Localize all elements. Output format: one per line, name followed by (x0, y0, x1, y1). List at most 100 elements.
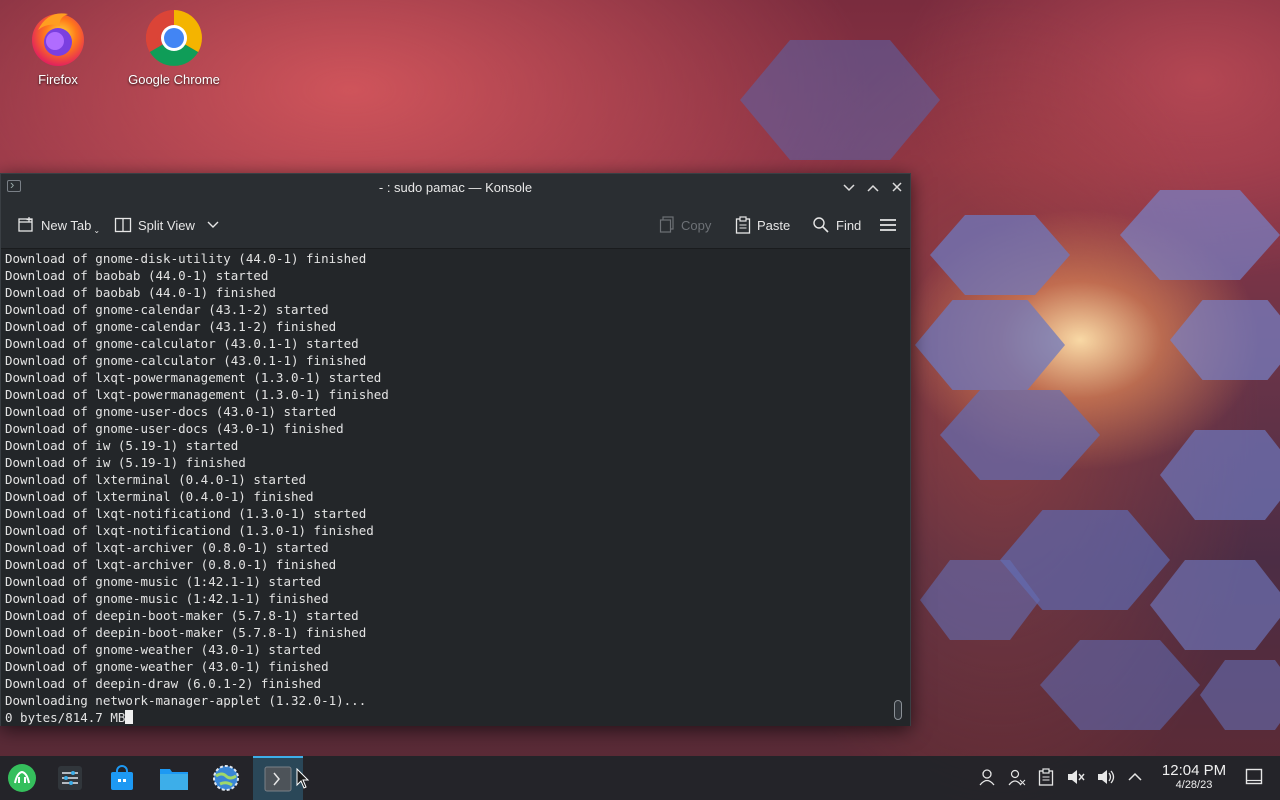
shopping-bag-icon (111, 765, 133, 790)
find-label: Find (836, 217, 862, 233)
terminal-scrollbar[interactable] (889, 249, 910, 726)
terminal-line: Download of baobab (44.0-1) started (5, 268, 269, 283)
software-store-taskbar-button[interactable] (106, 762, 138, 794)
terminal-icon (264, 766, 292, 792)
terminal-line: Download of gnome-music (1:42.1-1) finis… (5, 591, 329, 606)
terminal-line: Download of lxqt-powermanagement (1.3.0-… (5, 370, 382, 385)
wallpaper-hex (1150, 560, 1280, 650)
konsole-window: - : sudo pamac — Konsole New Tab ⌄ Split… (0, 173, 911, 726)
wallpaper-hex (930, 215, 1070, 295)
desktop-icon-label: Google Chrome (128, 72, 220, 87)
terminal-line: Download of deepin-draw (6.0.1-2) finish… (5, 676, 322, 691)
terminal-line: Download of gnome-calculator (43.0.1-1) … (5, 353, 367, 368)
terminal-line: Download of gnome-user-docs (43.0-1) fin… (5, 421, 344, 436)
wallpaper-hex (1040, 640, 1200, 730)
show-desktop-button[interactable] (1244, 768, 1264, 788)
terminal-output[interactable]: Download of gnome-disk-utility (44.0-1) … (1, 249, 889, 726)
find-button[interactable]: Find (812, 214, 861, 236)
window-title: - : sudo pamac — Konsole (378, 180, 533, 195)
terminal-line: Download of lxterminal (0.4.0-1) finishe… (5, 489, 314, 504)
window-titlebar[interactable]: - : sudo pamac — Konsole (1, 174, 910, 202)
clipboard-tray[interactable] (1036, 768, 1056, 788)
wallpaper-hex (1160, 430, 1280, 520)
speaker-muted-icon (1068, 770, 1085, 784)
new-tab-icon (18, 217, 33, 232)
taskbar: 12:04 PM 4/28/23 (0, 756, 1280, 800)
user-icon-tray[interactable] (977, 768, 997, 788)
terminal-progress-line: 0 bytes/814.7 MB (1, 709, 889, 726)
terminal-line: Download of gnome-calculator (43.0.1-1) … (5, 336, 359, 351)
terminal-line: Download of gnome-disk-utility (44.0-1) … (5, 251, 367, 266)
chevron-down-icon (207, 221, 219, 228)
close-button[interactable] (888, 179, 906, 197)
clock[interactable]: 12:04 PM 4/28/23 (1154, 762, 1234, 791)
terminal-line: Download of iw (5.19-1) finished (5, 455, 246, 470)
clipboard-icon (1038, 768, 1054, 786)
terminal-line: Download of gnome-music (1:42.1-1) start… (5, 574, 322, 589)
terminal-line: Download of deepin-boot-maker (5.7.8-1) … (5, 625, 367, 640)
system-settings-taskbar-button[interactable] (54, 762, 86, 794)
terminal-cursor (125, 710, 134, 724)
paste-label: Paste (757, 217, 791, 233)
copy-label: Copy (681, 217, 712, 233)
wallpaper-hex (915, 300, 1065, 390)
mouse-pointer-icon (296, 768, 310, 789)
wallpaper-hex (740, 40, 940, 160)
wallpaper-hex (1170, 300, 1280, 380)
chrome-icon (144, 8, 204, 68)
split-view-button[interactable]: Split View (114, 214, 219, 236)
terminal-line: Download of lxqt-powermanagement (1.3.0-… (5, 387, 389, 402)
minimize-button[interactable] (840, 179, 858, 197)
new-tab-label: New Tab (41, 217, 92, 233)
paste-icon (735, 216, 751, 234)
clock-date: 4/28/23 (1175, 779, 1213, 791)
terminal-line: Download of lxqt-notificationd (1.3.0-1)… (5, 523, 374, 538)
hamburger-menu-button[interactable] (879, 214, 897, 236)
terminal-line: Download of deepin-boot-maker (5.7.8-1) … (5, 608, 359, 623)
desktop-icon-label: Firefox (38, 72, 78, 87)
window-toolbar: New Tab ⌄ Split View Copy Paste Find (1, 202, 910, 249)
new-tab-button[interactable]: New Tab ⌄ (17, 214, 100, 236)
sliders-icon (58, 766, 82, 790)
application-launcher-button[interactable] (6, 762, 38, 794)
terminal-line: Download of iw (5.19-1) started (5, 438, 239, 453)
user-switch-tray[interactable] (1007, 768, 1027, 788)
audio-muted-tray[interactable] (1066, 768, 1086, 788)
chevron-down-icon (843, 184, 855, 192)
wallpaper-hex (940, 390, 1100, 480)
terminal-line: Download of lxqt-archiver (0.8.0-1) star… (5, 540, 329, 555)
file-manager-taskbar-button[interactable] (158, 762, 190, 794)
terminal-line: Download of gnome-calendar (43.1-2) fini… (5, 319, 337, 334)
paste-button[interactable]: Paste (735, 214, 790, 236)
terminal-line: Download of lxqt-archiver (0.8.0-1) fini… (5, 557, 337, 572)
volume-tray[interactable] (1096, 768, 1116, 788)
terminal-line: Download of gnome-weather (43.0-1) finis… (5, 659, 329, 674)
show-desktop-icon (1245, 768, 1263, 785)
scrollbar-thumb[interactable] (894, 700, 902, 720)
desktop-icon-firefox[interactable]: Firefox (8, 8, 108, 87)
terminal-line: Download of gnome-user-docs (43.0-1) sta… (5, 404, 337, 419)
browser-taskbar-button[interactable] (210, 762, 242, 794)
search-icon (813, 217, 829, 233)
tray-expand-button[interactable] (1125, 768, 1145, 788)
hamburger-menu-icon (880, 219, 896, 231)
user-icon (979, 769, 995, 786)
copy-button[interactable]: Copy (659, 214, 711, 236)
wallpaper-hex (1200, 660, 1280, 730)
terminal-line: Download of lxterminal (0.4.0-1) started (5, 472, 307, 487)
wallpaper-hex (1120, 190, 1280, 280)
clock-time: 12:04 PM (1161, 762, 1227, 779)
terminal-line: Download of baobab (44.0-1) finished (5, 285, 276, 300)
firefox-icon (28, 8, 88, 68)
close-icon (892, 182, 902, 192)
split-view-icon (114, 217, 132, 233)
speaker-icon (1098, 770, 1115, 784)
chevron-up-icon (867, 184, 879, 192)
users-icon (1008, 769, 1026, 786)
copy-icon (659, 216, 674, 233)
chevron-up-icon (1128, 772, 1142, 781)
terminal-line: Download of gnome-calendar (43.1-2) star… (5, 302, 329, 317)
terminal-line: Download of lxqt-notificationd (1.3.0-1)… (5, 506, 367, 521)
maximize-button[interactable] (864, 179, 882, 197)
desktop-icon-chrome[interactable]: Google Chrome (124, 8, 224, 87)
